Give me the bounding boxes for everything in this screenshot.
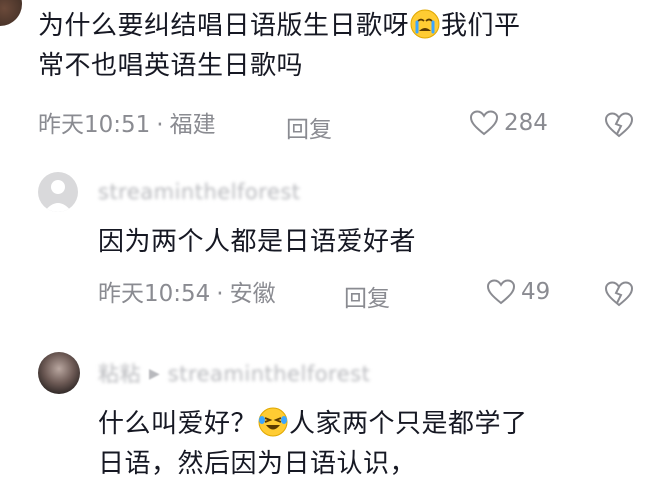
dislike-broken-heart-icon[interactable] (604, 112, 634, 138)
like-count: 284 (504, 110, 548, 136)
reply-location: 安徽 (229, 281, 276, 307)
comment-line: 为什么要纠结唱日语版生日歌呀 我们平 (38, 9, 521, 41)
reply-to-username[interactable]: streaminthelforest (168, 360, 371, 388)
reply-text: 什么叫爱好？ 人家两个只是都学了 日语，然后因为日语认识， (98, 404, 648, 484)
avatar[interactable] (38, 172, 78, 212)
reply-meta: 昨天10:54 · 安徽 (98, 279, 276, 309)
heart-icon (470, 110, 498, 136)
comment-text: 为什么要纠结唱日语版生日歌呀 我们平 常不也唱英语生日歌吗 (38, 6, 648, 86)
avatar[interactable] (0, 0, 22, 26)
reply-arrow-icon: ▶ (149, 366, 160, 382)
comment-location: 福建 (169, 112, 216, 138)
dislike-broken-heart-icon[interactable] (604, 281, 634, 307)
like-count: 49 (521, 279, 551, 305)
heart-icon (487, 279, 515, 305)
like-button[interactable]: 49 (487, 279, 550, 305)
comment-time: 昨天10:51 (38, 112, 151, 138)
reply-header: 粘粘 ▶ streaminthelforest (98, 360, 370, 388)
reply-line: 什么叫爱好？ 人家两个只是都学了 (98, 407, 528, 439)
avatar[interactable] (38, 352, 80, 394)
crying-face-emoji-icon (410, 9, 440, 39)
reply-time: 昨天10:54 (98, 281, 211, 307)
separator-dot: · (156, 112, 164, 138)
like-button[interactable]: 284 (470, 110, 548, 136)
laughing-tears-emoji-icon (258, 407, 288, 437)
reply-line: 日语，然后因为日语认识， (98, 449, 417, 479)
comment-line: 常不也唱英语生日歌吗 (38, 51, 304, 81)
reply-text: 因为两个人都是日语爱好者 (98, 227, 417, 257)
reply-button[interactable]: 回复 (344, 279, 390, 313)
reply-username[interactable]: streaminthelforest (98, 178, 301, 206)
reply-username[interactable]: 粘粘 (98, 360, 141, 388)
comment-meta: 昨天10:51 · 福建 (38, 110, 216, 140)
separator-dot: · (216, 281, 224, 307)
reply-button[interactable]: 回复 (286, 110, 332, 144)
